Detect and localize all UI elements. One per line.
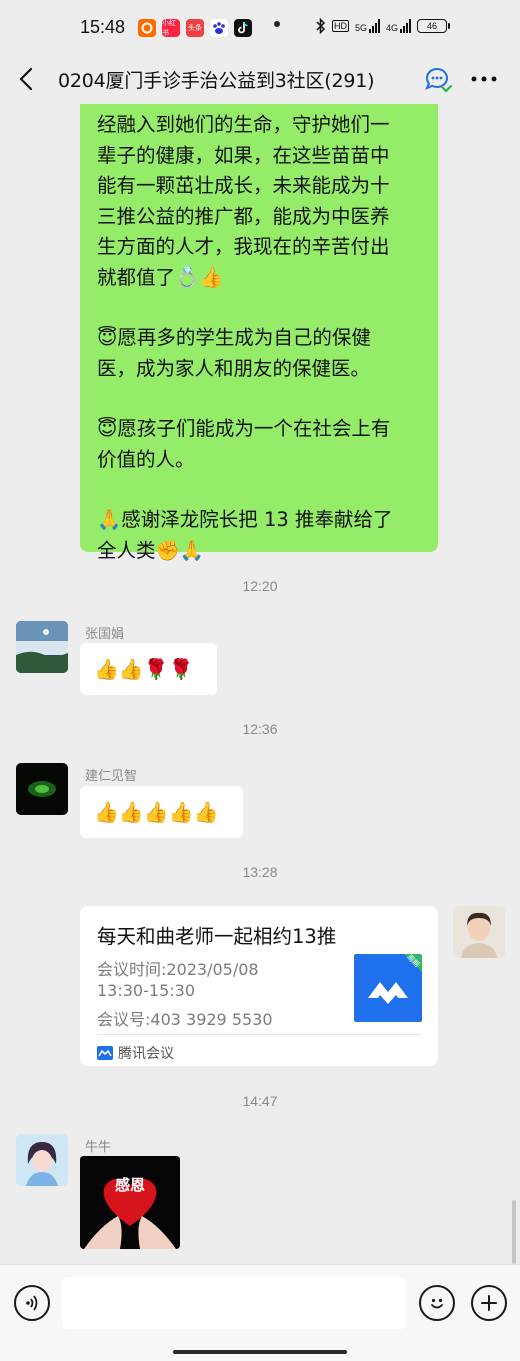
message-bubble[interactable]: 👍👍🌹🌹 <box>80 643 217 695</box>
bluetooth-icon <box>316 18 326 34</box>
more-options-button[interactable] <box>469 64 499 94</box>
meeting-time-range: 13:30-15:30 <box>97 981 195 1000</box>
back-button[interactable] <box>14 64 40 94</box>
timestamp: 13:28 <box>242 864 278 880</box>
message-line: 生方面的人才，我现在的辛苦付出 <box>97 235 390 258</box>
status-indicators: HD 5G 4G 46 <box>316 18 451 34</box>
chat-header: 0204厦门手诊手治公益到3社区(291) <box>0 58 520 104</box>
own-message-bubble[interactable]: 经融入到她们的生命，守护她们一 辈子的健康，如果，在这些苗苗中 能有一颗茁壮成长… <box>80 104 438 562</box>
message-line: 😇愿再多的学生成为自己的保健 <box>97 326 371 349</box>
more-icon <box>471 76 497 82</box>
meeting-card[interactable]: 每天和曲老师一起相约13推 会议时间:2023/05/08 13:30-15:3… <box>80 906 438 1066</box>
meeting-time-label: 会议时间:2023/05/08 <box>97 960 259 979</box>
message-line: 三推公益的推广都，能成为中医养 <box>97 204 390 228</box>
status-bar: 15:48 小红书 头条 HD 5G 4G 46 <box>0 0 520 58</box>
timestamp: 14:47 <box>242 1093 278 1109</box>
message-line: 全人类✊🙏 <box>97 538 205 562</box>
avatar[interactable] <box>16 1134 68 1186</box>
sender-name: 牛牛 <box>85 1140 112 1155</box>
emoji-icon <box>431 1298 443 1309</box>
timestamp: 12:20 <box>242 578 278 594</box>
voice-button[interactable] <box>14 1285 50 1321</box>
meeting-id: 会议号:403 3929 5530 <box>97 1010 273 1029</box>
toutiao-app-icon: 头条 <box>186 19 204 37</box>
message-line: 辈子的健康，如果，在这些苗苗中 <box>97 143 390 167</box>
voice-icon <box>26 1295 38 1311</box>
4g-signal-icon: 4G <box>386 19 412 33</box>
more-functions-button[interactable] <box>471 1285 507 1321</box>
message-line: 🙏感谢泽龙院长把 13 推奉献给了 <box>97 508 393 531</box>
message-bubble[interactable]: 👍👍👍👍👍 <box>80 786 243 838</box>
sticker-image[interactable]: 感恩 <box>80 1156 180 1249</box>
plus-icon <box>481 1295 497 1311</box>
chevron-left-icon <box>19 67 33 91</box>
avatar[interactable] <box>16 621 68 673</box>
tencent-meeting-logo: 周期 <box>354 954 422 1022</box>
own-avatar[interactable] <box>453 906 505 958</box>
message-line: 经融入到她们的生命，守护她们一 <box>97 113 390 136</box>
sender-name: 建仁见智 <box>85 769 138 784</box>
group-chat-icon[interactable] <box>424 65 453 93</box>
baidu-app-icon <box>210 19 228 37</box>
message-line: 就都值了💍👍 <box>97 265 224 289</box>
hd-icon: HD <box>332 20 349 32</box>
tiktok-app-icon <box>234 19 252 37</box>
xiaohongshu-app-icon: 小红书 <box>162 19 180 37</box>
message-line: 😇愿孩子们能成为一个在社会上有 <box>97 417 391 440</box>
input-bar <box>0 1264 520 1342</box>
home-indicator[interactable] <box>0 1342 520 1361</box>
taobao-app-icon <box>138 19 156 37</box>
message-line: 价值的人。 <box>97 447 195 471</box>
chat-title: 0204厦门手诊手治公益到3社区(291) <box>58 70 375 92</box>
message-line: 能有一颗茁壮成长，未来能成为十 <box>97 174 390 197</box>
meeting-title: 每天和曲老师一起相约13推 <box>97 925 337 948</box>
tencent-meeting-icon <box>97 1046 113 1060</box>
battery-icon: 46 <box>417 19 451 33</box>
status-time: 15:48 <box>80 17 126 37</box>
scrollbar[interactable] <box>512 1200 516 1264</box>
message-list[interactable]: 经融入到她们的生命，守护她们一 辈子的健康，如果，在这些苗苗中 能有一颗茁壮成长… <box>0 104 520 1264</box>
5g-signal-icon: 5G <box>355 19 381 33</box>
message-line: 医，成为家人和朋友的保健医。 <box>97 356 371 380</box>
sender-name: 张国娟 <box>85 627 125 642</box>
card-source: 腾讯会议 <box>97 1043 174 1063</box>
card-source-label: 腾讯会议 <box>118 1046 174 1062</box>
message-input[interactable] <box>62 1277 406 1329</box>
emoji-button[interactable] <box>419 1285 455 1321</box>
more-notifications-dot <box>274 21 280 27</box>
timestamp: 12:36 <box>242 721 278 737</box>
notification-icons: 小红书 头条 <box>138 19 252 37</box>
sticker-caption: 感恩 <box>114 1176 145 1194</box>
avatar[interactable] <box>16 763 68 815</box>
